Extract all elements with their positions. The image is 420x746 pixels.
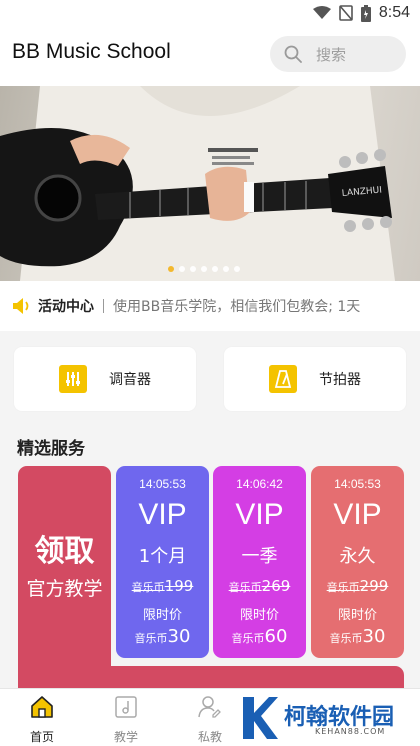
carousel-dot[interactable] — [201, 266, 207, 272]
nav-teaching-label: 教学 — [113, 730, 138, 744]
nav-tutor-label: 私教 — [197, 730, 222, 744]
limited-price-label: 限时价 — [142, 608, 182, 623]
music-note-icon — [115, 696, 137, 718]
free-card-title: 领取 — [34, 534, 95, 569]
header: BB Music School 搜索 — [0, 28, 420, 86]
carousel-indicators — [168, 266, 240, 272]
vip-period: 永久 — [339, 546, 376, 567]
vip-period: 一季 — [241, 546, 278, 567]
watermark-url: KEHAN88.COM — [315, 727, 386, 736]
countdown-timer: 14:05:53 — [139, 477, 186, 491]
watermark-logo — [243, 697, 278, 739]
vip-period: 1个月 — [138, 546, 187, 567]
vip-card-season[interactable]: 14:06:42 VIP 一季 音乐币269 限时价 音乐币60 — [213, 466, 306, 658]
app-title: BB Music School — [12, 40, 171, 63]
limited-price-label: 限时价 — [337, 608, 377, 623]
vip-label: VIP — [138, 498, 187, 531]
original-price: 音乐币299 — [326, 577, 389, 595]
notice-text: 使用BB音乐学院，相信我们包教会; 1天 — [113, 299, 361, 315]
tutor-icon — [198, 696, 221, 718]
free-card-subtitle: 官方教学 — [26, 578, 103, 600]
banner-carousel[interactable]: LANZHUI — [0, 86, 420, 281]
carousel-dot[interactable] — [190, 266, 196, 272]
nav-teaching[interactable]: 教学 — [96, 695, 156, 745]
carousel-dot[interactable] — [223, 266, 229, 272]
tuner-button[interactable]: 调音器 — [14, 347, 196, 411]
search-icon — [284, 45, 302, 63]
banner-image: LANZHUI — [0, 86, 395, 281]
countdown-timer: 14:05:53 — [334, 477, 381, 491]
vip-label: VIP — [333, 498, 382, 531]
carousel-dot[interactable] — [179, 266, 185, 272]
limited-price-label: 限时价 — [239, 608, 279, 623]
vip-card-forever[interactable]: 14:05:53 VIP 永久 音乐币299 限时价 音乐币30 — [311, 466, 404, 658]
free-tutorial-card[interactable]: 领取 官方教学 — [18, 466, 111, 666]
vip-card-month[interactable]: 14:05:53 VIP 1个月 音乐币199 限时价 音乐币30 — [116, 466, 209, 658]
tuner-label: 调音器 — [109, 372, 151, 388]
metronome-icon — [269, 365, 297, 393]
vip-label: VIP — [235, 498, 284, 531]
status-bar: 8:54 — [0, 0, 420, 28]
metronome-button[interactable]: 节拍器 — [224, 347, 406, 411]
wifi-icon — [312, 6, 331, 19]
section-title: 精选服务 — [17, 439, 85, 459]
home-icon — [31, 696, 53, 718]
nav-home-label: 首页 — [29, 730, 54, 744]
carousel-dot[interactable] — [168, 266, 174, 272]
search-input[interactable]: 搜索 — [270, 36, 406, 72]
nav-tutor[interactable]: 私教 — [180, 695, 240, 745]
sale-price: 音乐币30 — [329, 626, 386, 647]
battery-icon — [360, 4, 371, 22]
clock: 8:54 — [378, 4, 410, 21]
sale-price: 音乐币30 — [134, 626, 191, 647]
original-price: 音乐币269 — [228, 577, 291, 595]
countdown-timer: 14:06:42 — [236, 477, 283, 491]
no-sim-icon — [339, 5, 353, 21]
notice-bar[interactable]: 活动中心 使用BB音乐学院，相信我们包教会; 1天 — [0, 281, 420, 331]
notice-divider — [103, 299, 104, 313]
search-placeholder: 搜索 — [316, 45, 347, 64]
metronome-label: 节拍器 — [319, 372, 361, 388]
carousel-dot[interactable] — [234, 266, 240, 272]
nav-home[interactable]: 首页 — [12, 695, 72, 745]
sale-price: 音乐币60 — [231, 626, 288, 647]
speaker-icon — [13, 298, 29, 314]
original-price: 音乐币199 — [131, 577, 194, 595]
notice-label: 活动中心 — [38, 299, 94, 315]
site-watermark: 柯翰软件园 KEHAN88.COM — [241, 695, 413, 741]
carousel-dot[interactable] — [212, 266, 218, 272]
tuner-icon — [59, 365, 87, 393]
